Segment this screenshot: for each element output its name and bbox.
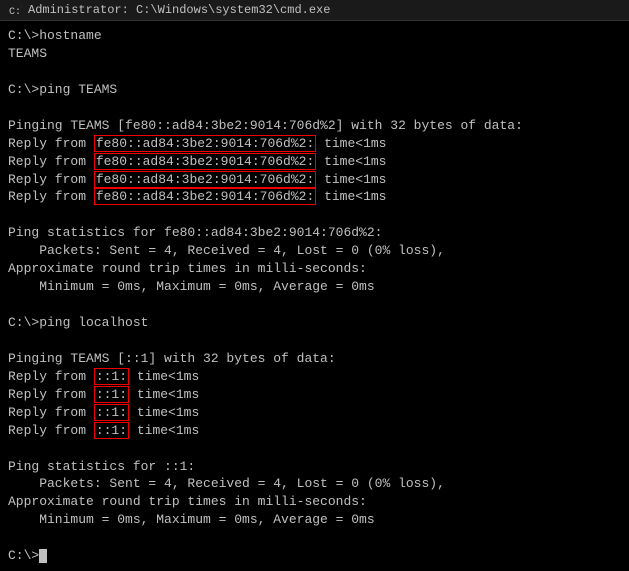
svg-text:C:\: C:\ [9, 6, 22, 17]
line-stat6: Packets: Sent = 4, Received = 4, Lost = … [8, 475, 621, 493]
cursor [39, 549, 47, 563]
line-stat5: Ping statistics for ::1: [8, 458, 621, 476]
line-reply-8: Reply from ::1: time<1ms [8, 422, 621, 440]
line-reply-6: Reply from ::1: time<1ms [8, 386, 621, 404]
highlight-ip-2: fe80::ad84:3be2:9014:706d%2: [94, 153, 316, 170]
line-reply-5: Reply from ::1: time<1ms [8, 368, 621, 386]
line-stat2: Packets: Sent = 4, Received = 4, Lost = … [8, 242, 621, 260]
highlight-ip-4: fe80::ad84:3be2:9014:706d%2: [94, 188, 316, 205]
highlight-ip-3: fe80::ad84:3be2:9014:706d%2: [94, 171, 316, 188]
line-reply-2: Reply from fe80::ad84:3be2:9014:706d%2: … [8, 153, 621, 171]
line-ping-localhost-hdr: Pinging TEAMS [::1] with 32 bytes of dat… [8, 350, 621, 368]
line-stat7: Approximate round trip times in milli-se… [8, 493, 621, 511]
terminal: C:\>hostname TEAMS C:\>ping TEAMS Pingin… [0, 21, 629, 571]
line-stat4: Minimum = 0ms, Maximum = 0ms, Average = … [8, 278, 621, 296]
highlight-ip-1: fe80::ad84:3be2:9014:706d%2: [94, 135, 316, 152]
highlight-ip-6: ::1: [94, 386, 129, 403]
line-reply-4: Reply from fe80::ad84:3be2:9014:706d%2: … [8, 188, 621, 206]
highlight-ip-8: ::1: [94, 422, 129, 439]
cmd-icon: C:\ [8, 3, 22, 17]
line-reply-7: Reply from ::1: time<1ms [8, 404, 621, 422]
line-stat1: Ping statistics for fe80::ad84:3be2:9014… [8, 224, 621, 242]
line-reply-1: Reply from fe80::ad84:3be2:9014:706d%2: … [8, 135, 621, 153]
line-prompt: C:\> [8, 547, 621, 565]
line-stat8: Minimum = 0ms, Maximum = 0ms, Average = … [8, 511, 621, 529]
highlight-ip-7: ::1: [94, 404, 129, 421]
title-bar: C:\ Administrator: C:\Windows\system32\c… [0, 0, 629, 21]
line-ping-teams-hdr: Pinging TEAMS [fe80::ad84:3be2:9014:706d… [8, 117, 621, 135]
line-hostname-cmd: C:\>hostname [8, 27, 621, 45]
line-ping-localhost-cmd: C:\>ping localhost [8, 314, 621, 332]
title-bar-text: Administrator: C:\Windows\system32\cmd.e… [28, 3, 330, 17]
line-hostname-out: TEAMS [8, 45, 621, 63]
line-stat3: Approximate round trip times in milli-se… [8, 260, 621, 278]
line-reply-3: Reply from fe80::ad84:3be2:9014:706d%2: … [8, 171, 621, 189]
line-ping-teams-cmd: C:\>ping TEAMS [8, 81, 621, 99]
highlight-ip-5: ::1: [94, 368, 129, 385]
